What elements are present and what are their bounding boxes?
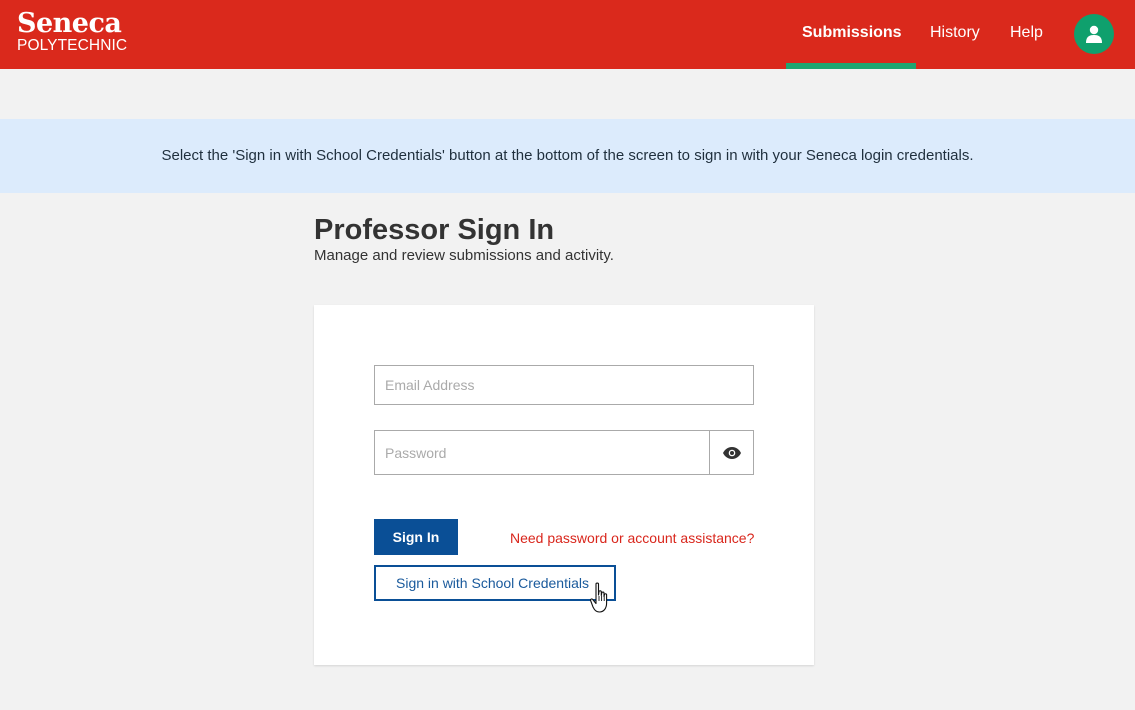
account-assistance-link[interactable]: Need password or account assistance? bbox=[510, 530, 754, 546]
hand-pointer-cursor-icon bbox=[590, 582, 608, 613]
user-avatar-button[interactable] bbox=[1074, 14, 1114, 54]
page-title: Professor Sign In bbox=[314, 214, 555, 246]
sign-in-button[interactable]: Sign In bbox=[374, 519, 458, 555]
top-nav-bar: Seneca POLYTECHNIC Submissions History H… bbox=[0, 0, 1135, 69]
eye-icon bbox=[722, 446, 741, 459]
email-input[interactable] bbox=[374, 365, 754, 405]
sign-in-card bbox=[314, 305, 814, 665]
logo-sub-text: POLYTECHNIC bbox=[17, 37, 128, 54]
nav-submissions[interactable]: Submissions bbox=[802, 24, 902, 42]
nav-help[interactable]: Help bbox=[1010, 24, 1043, 42]
nav-history[interactable]: History bbox=[930, 24, 980, 42]
seneca-logo[interactable]: Seneca POLYTECHNIC bbox=[17, 9, 127, 54]
page-subtitle: Manage and review submissions and activi… bbox=[314, 247, 614, 264]
password-input[interactable] bbox=[374, 430, 711, 475]
show-password-button[interactable] bbox=[709, 430, 754, 475]
active-tab-indicator bbox=[786, 63, 916, 69]
info-banner-text: Select the 'Sign in with School Credenti… bbox=[161, 147, 974, 164]
user-icon bbox=[1086, 25, 1102, 43]
school-credentials-button[interactable]: Sign in with School Credentials bbox=[374, 565, 616, 601]
logo-main-text: Seneca bbox=[17, 8, 122, 39]
info-banner: Select the 'Sign in with School Credenti… bbox=[0, 119, 1135, 193]
